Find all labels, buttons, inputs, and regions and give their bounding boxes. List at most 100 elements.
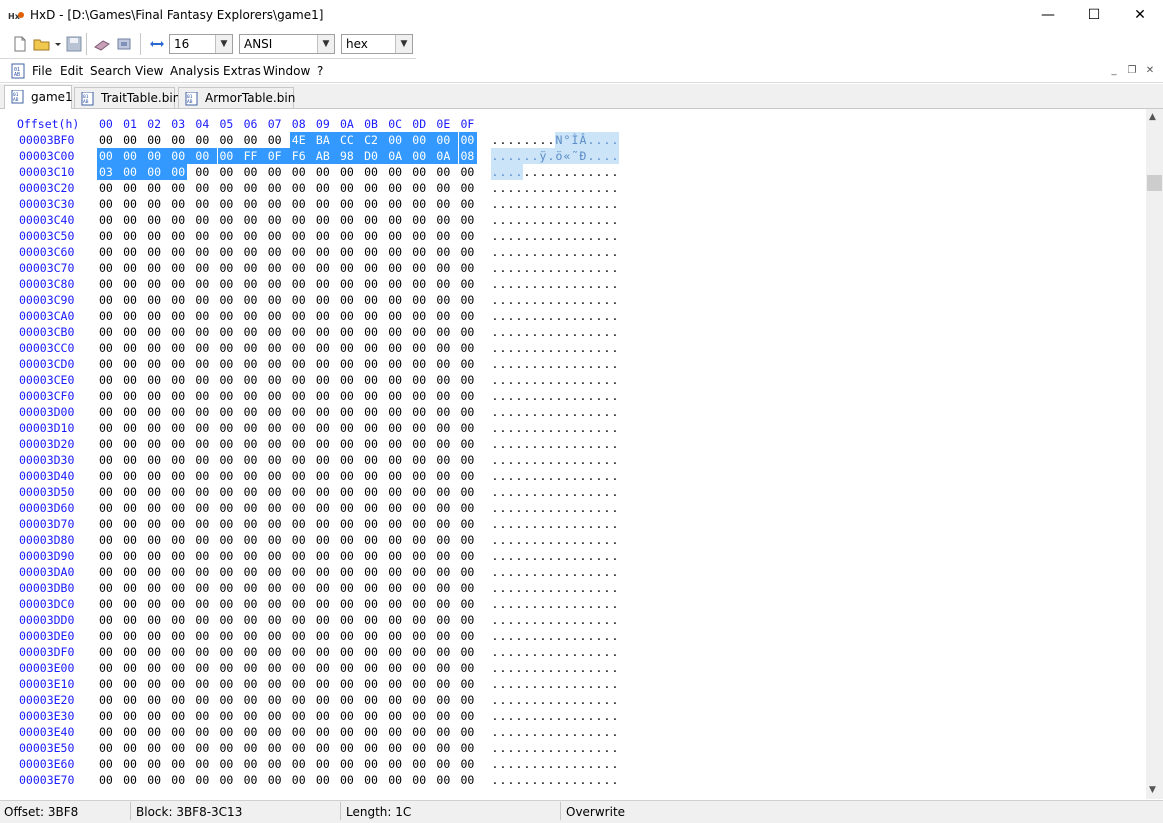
hex-byte[interactable]: 00 <box>461 452 475 468</box>
hex-byte[interactable]: 00 <box>268 244 282 260</box>
text-char[interactable]: . <box>579 404 587 420</box>
hex-byte[interactable]: 00 <box>147 260 161 276</box>
text-char[interactable]: . <box>539 548 547 564</box>
text-char[interactable]: . <box>507 164 515 180</box>
text-char[interactable]: . <box>547 612 555 628</box>
hex-byte[interactable]: 00 <box>220 660 234 676</box>
text-char[interactable]: . <box>563 356 571 372</box>
hex-byte[interactable]: 00 <box>412 388 426 404</box>
text-char[interactable]: . <box>563 292 571 308</box>
hex-byte[interactable]: 00 <box>316 452 330 468</box>
hex-byte[interactable]: 00 <box>147 580 161 596</box>
hex-byte[interactable]: 00 <box>171 132 185 148</box>
text-char[interactable]: . <box>507 596 515 612</box>
hex-byte[interactable]: 00 <box>292 708 306 724</box>
hex-byte[interactable]: 00 <box>461 404 475 420</box>
text-char[interactable]: . <box>539 676 547 692</box>
hex-byte[interactable]: 00 <box>436 244 450 260</box>
text-char[interactable]: . <box>611 468 619 484</box>
text-char[interactable]: . <box>579 276 587 292</box>
hex-byte[interactable]: 00 <box>436 532 450 548</box>
hex-byte[interactable]: 00 <box>388 468 402 484</box>
text-char[interactable]: . <box>547 516 555 532</box>
hex-byte[interactable]: 00 <box>388 324 402 340</box>
text-char[interactable]: . <box>499 564 507 580</box>
hex-byte[interactable]: 00 <box>292 612 306 628</box>
hex-byte[interactable]: 00 <box>169 164 188 180</box>
text-char[interactable]: . <box>539 644 547 660</box>
hex-byte[interactable]: 00 <box>388 580 402 596</box>
hex-byte[interactable]: 00 <box>99 308 113 324</box>
hex-byte[interactable]: 00 <box>412 740 426 756</box>
hex-byte[interactable]: 00 <box>244 772 258 788</box>
text-char[interactable]: . <box>515 644 523 660</box>
mdi-minimize-icon[interactable]: _ <box>1107 64 1121 78</box>
text-char[interactable]: . <box>499 612 507 628</box>
text-char[interactable]: . <box>491 148 499 164</box>
hex-byte[interactable]: 00 <box>244 324 258 340</box>
hex-byte[interactable]: 00 <box>220 404 234 420</box>
hex-byte[interactable]: 00 <box>147 516 161 532</box>
hex-byte[interactable]: 00 <box>386 132 411 148</box>
text-char[interactable]: . <box>507 308 515 324</box>
hex-byte[interactable]: 00 <box>292 596 306 612</box>
hex-byte[interactable]: 00 <box>147 340 161 356</box>
hex-byte[interactable]: 00 <box>147 372 161 388</box>
text-char[interactable]: . <box>515 148 523 164</box>
hex-byte[interactable]: 00 <box>147 564 161 580</box>
text-char[interactable]: . <box>499 516 507 532</box>
hex-editor-view[interactable]: Offset(h) 00 01 02 03 04 05 06 07 08 09 0A 0B 0C 0D 0E 0… <box>0 109 1146 799</box>
text-char[interactable]: . <box>515 516 523 532</box>
hex-byte[interactable]: 00 <box>123 212 137 228</box>
text-char[interactable]: . <box>587 548 595 564</box>
minimize-button[interactable]: — <box>1025 0 1071 30</box>
hex-byte[interactable]: 00 <box>220 596 234 612</box>
text-char[interactable]: . <box>539 180 547 196</box>
text-char[interactable]: . <box>555 276 563 292</box>
text-char[interactable]: . <box>523 164 531 180</box>
text-char[interactable]: . <box>507 484 515 500</box>
text-char[interactable]: . <box>603 628 611 644</box>
text-char[interactable]: . <box>603 740 611 756</box>
text-char[interactable]: . <box>595 292 603 308</box>
text-char[interactable]: . <box>587 212 595 228</box>
text-char[interactable]: . <box>491 468 499 484</box>
hex-byte[interactable]: 00 <box>412 580 426 596</box>
hex-byte[interactable]: 00 <box>436 340 450 356</box>
hex-byte[interactable]: 00 <box>340 292 354 308</box>
text-char[interactable]: . <box>523 324 531 340</box>
hex-byte[interactable]: 00 <box>436 740 450 756</box>
text-char[interactable]: . <box>547 132 555 148</box>
hex-byte[interactable]: 00 <box>461 708 475 724</box>
chevron-down-icon[interactable]: ▼ <box>215 35 232 53</box>
hex-byte[interactable]: 00 <box>99 420 113 436</box>
text-char[interactable]: . <box>603 644 611 660</box>
hex-byte[interactable]: 00 <box>99 452 113 468</box>
hex-byte[interactable]: 00 <box>412 180 426 196</box>
text-char[interactable]: . <box>523 532 531 548</box>
hex-byte[interactable]: 00 <box>412 596 426 612</box>
hex-byte[interactable]: 00 <box>99 548 113 564</box>
hex-byte[interactable]: 00 <box>436 628 450 644</box>
hex-byte[interactable]: 00 <box>195 212 209 228</box>
hex-byte[interactable]: 00 <box>436 324 450 340</box>
hex-byte[interactable]: 00 <box>220 612 234 628</box>
hex-byte[interactable]: 00 <box>340 468 354 484</box>
text-char[interactable]: . <box>499 644 507 660</box>
text-char[interactable]: . <box>515 436 523 452</box>
hex-byte[interactable]: 00 <box>292 500 306 516</box>
text-char[interactable]: . <box>571 436 579 452</box>
text-char[interactable]: . <box>507 548 515 564</box>
text-char[interactable]: . <box>539 596 547 612</box>
text-char[interactable]: . <box>579 372 587 388</box>
text-char[interactable]: . <box>603 388 611 404</box>
text-char[interactable]: . <box>531 548 539 564</box>
hex-byte[interactable]: 00 <box>220 340 234 356</box>
text-char[interactable]: . <box>547 708 555 724</box>
hex-byte[interactable]: 00 <box>268 308 282 324</box>
text-char[interactable]: . <box>507 244 515 260</box>
hex-byte[interactable]: 00 <box>195 436 209 452</box>
hex-byte[interactable]: 00 <box>316 308 330 324</box>
open-folder-icon[interactable] <box>33 35 51 53</box>
hex-byte[interactable]: 00 <box>436 292 450 308</box>
